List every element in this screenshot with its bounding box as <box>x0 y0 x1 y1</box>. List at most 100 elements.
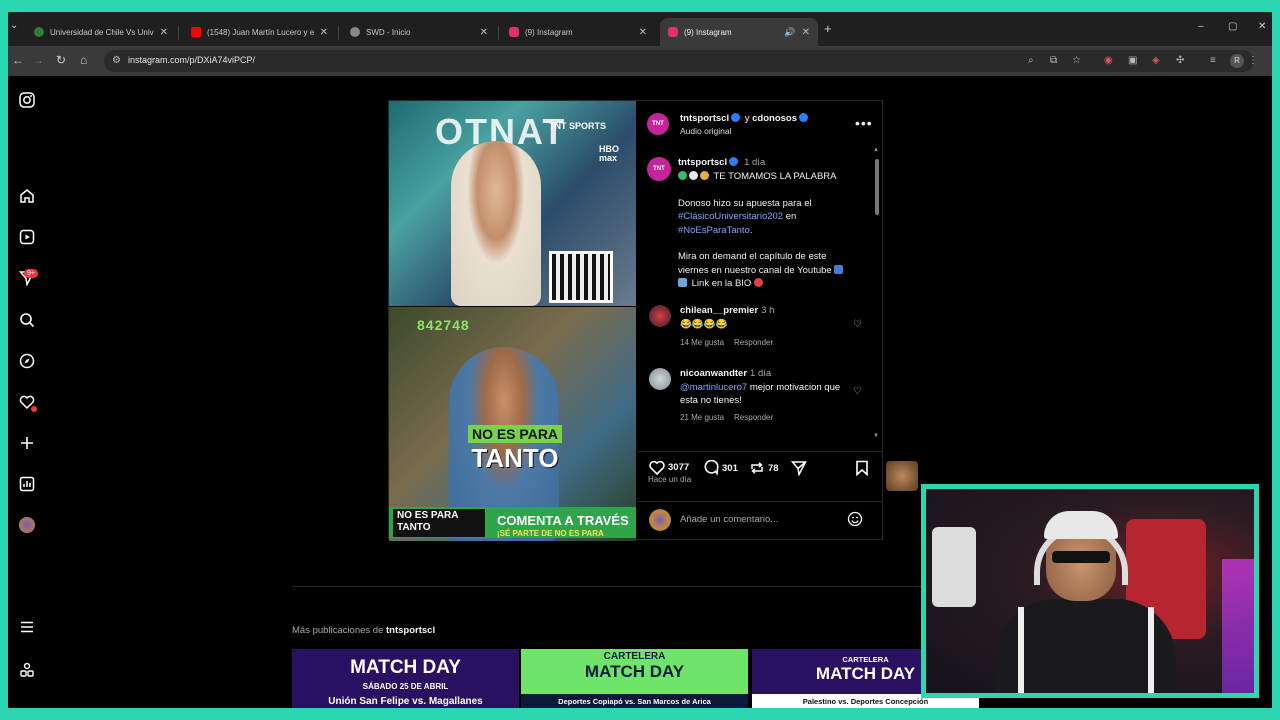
audio-label[interactable]: Audio original <box>680 126 732 136</box>
extension-icon[interactable]: ▣ <box>1128 55 1137 66</box>
maximize-button[interactable]: ▢ <box>1228 21 1237 32</box>
hashtag-link[interactable]: #NoEsParaTanto <box>678 225 750 236</box>
close-tab-icon[interactable]: ✕ <box>480 27 488 38</box>
commenter-username[interactable]: nicoanwandter <box>680 368 747 379</box>
reposts-count: 78 <box>768 462 779 474</box>
laptop-emoji-icon <box>678 278 687 288</box>
post-thumbnail[interactable]: MATCH DAY SÁBADO 25 DE ABRIL Unión San F… <box>292 649 519 708</box>
forward-icon[interactable]: → <box>32 53 44 67</box>
reply-button[interactable]: Responder <box>734 338 773 347</box>
post-time[interactable]: Hace un día <box>648 475 691 484</box>
meta-apps-icon[interactable] <box>17 660 37 680</box>
close-window-button[interactable]: ✕ <box>1258 21 1266 32</box>
lower-third-title: COMENTA A TRAVÉS <box>497 513 629 528</box>
puzzle-icon[interactable]: ✣ <box>1176 55 1184 66</box>
save-button[interactable] <box>855 460 872 476</box>
dashboard-icon[interactable] <box>17 474 37 494</box>
mention-link[interactable]: @martinlucero7 <box>680 382 747 393</box>
pin-emoji-icon <box>753 278 763 288</box>
post-authors[interactable]: tntsportscl y cdonosos <box>680 112 810 124</box>
browser-tab-bar: ⌄ Universidad de Chile Vs Univers ✕ (154… <box>8 12 1272 46</box>
tv-emoji-icon <box>834 264 844 274</box>
caption-author-avatar[interactable]: TNT <box>647 157 671 181</box>
profile-avatar[interactable]: R <box>1230 54 1244 68</box>
tab-favicon-icon <box>34 27 44 37</box>
close-tab-icon[interactable]: ✕ <box>639 27 647 38</box>
scoreboard-counter: 842748 <box>417 317 470 333</box>
comment-likes[interactable]: 21 Me gusta <box>680 413 724 422</box>
emoji-picker-icon[interactable] <box>847 511 863 532</box>
share-button[interactable] <box>791 460 810 476</box>
tab-separator <box>178 26 179 40</box>
bookmark-star-icon[interactable]: ☆ <box>1072 55 1081 66</box>
install-icon[interactable]: ⧉ <box>1050 55 1057 66</box>
thumbnail-subtitle: SÁBADO 25 DE ABRIL <box>362 682 449 691</box>
author-avatar[interactable]: TNT <box>647 113 669 135</box>
kebab-menu-icon[interactable]: ⋮ <box>1248 55 1258 66</box>
comment-meta: 14 Me gusta Responder <box>680 338 783 347</box>
comment-text: 😂😂😂😂 <box>680 319 728 330</box>
browser-tab-active[interactable]: (9) Instagram 🔊 ✕ <box>660 18 818 46</box>
more-options-icon[interactable]: ••• <box>855 115 873 131</box>
tab-search-icon[interactable]: ⌄ <box>10 20 18 31</box>
instagram-logo-icon[interactable] <box>17 90 37 110</box>
comments-scrollbar[interactable]: ▲ ▼ <box>873 147 880 441</box>
url-text[interactable]: instagram.com/p/DXiA74viPCP/ <box>128 55 255 65</box>
scroll-up-icon[interactable]: ▲ <box>873 147 879 153</box>
search-icon[interactable] <box>17 310 37 330</box>
verified-icon <box>729 156 739 166</box>
sunglasses <box>1052 551 1110 563</box>
coauthor-username[interactable]: cdonosos <box>752 113 797 124</box>
scroll-down-icon[interactable]: ▼ <box>873 433 879 439</box>
close-tab-icon[interactable]: ✕ <box>802 27 810 38</box>
close-tab-icon[interactable]: ✕ <box>320 27 328 38</box>
reply-button[interactable]: Responder <box>734 413 773 422</box>
commenter-username[interactable]: chilean__premier <box>680 305 758 316</box>
more-posts-username[interactable]: tntsportscl <box>386 625 435 636</box>
zoom-icon[interactable]: ⌕ <box>1028 55 1034 66</box>
commenter-avatar[interactable] <box>649 305 671 327</box>
hashtag-link[interactable]: #ClásicoUniversitario202 <box>678 211 783 222</box>
repost-button[interactable]: 78 <box>749 460 779 476</box>
media-control-icon[interactable]: ≡ <box>1210 55 1216 66</box>
site-info-icon[interactable]: ⚙ <box>112 55 121 66</box>
browser-tab[interactable]: Universidad de Chile Vs Univers ✕ <box>26 18 176 46</box>
speaker-icon[interactable]: 🔊 <box>784 27 795 38</box>
comments-scroll-area[interactable]: TNT tntsportscl 1 día TE TOMAMOS LA PALAB… <box>637 149 883 441</box>
extension-icon[interactable]: ◈ <box>1152 55 1160 66</box>
comment-button[interactable]: 301 <box>703 460 738 476</box>
author-username[interactable]: tntsportscl <box>680 113 729 124</box>
commenter-avatar[interactable] <box>649 368 671 390</box>
caption-username[interactable]: tntsportscl <box>678 157 727 168</box>
reels-icon[interactable] <box>17 227 37 247</box>
minimize-button[interactable]: – <box>1198 21 1204 32</box>
home-icon[interactable]: ⌂ <box>80 53 87 67</box>
screen-frame: ⌄ Universidad de Chile Vs Univers ✕ (154… <box>8 12 1272 708</box>
video-top-frame: OTNAT TNT SPORTS HBO max <box>389 101 636 306</box>
new-tab-button[interactable]: + <box>824 21 832 36</box>
post-video[interactable]: OTNAT TNT SPORTS HBO max 842748 NO ES PAR… <box>389 101 636 541</box>
browser-tab[interactable]: (1548) Juan Martín Lucero y el ✕ <box>183 18 336 46</box>
browser-tab[interactable]: (9) Instagram ✕ <box>501 18 655 46</box>
scrollbar-thumb[interactable] <box>875 159 879 215</box>
profile-avatar[interactable] <box>17 515 37 535</box>
like-button[interactable]: 3077 <box>649 460 689 475</box>
more-menu-icon[interactable] <box>17 617 37 637</box>
back-icon[interactable]: ← <box>12 53 24 67</box>
explore-icon[interactable] <box>17 351 37 371</box>
comment-text: @martinlucero7 mejor motivacion que esta… <box>680 382 841 407</box>
address-bar[interactable]: ⚙ instagram.com/p/DXiA74viPCP/ ⌕ ⧉ ☆ ◉ ▣… <box>104 50 1258 72</box>
comment-like-icon[interactable]: ♡ <box>853 386 862 397</box>
close-tab-icon[interactable]: ✕ <box>160 27 168 38</box>
create-icon[interactable] <box>17 433 37 453</box>
home-icon[interactable] <box>17 186 37 206</box>
reload-icon[interactable]: ↻ <box>56 53 66 67</box>
post-thumbnail[interactable]: CARTELERA MATCH DAY Deportes Copiapó vs.… <box>521 649 748 708</box>
post-side-panel: TNT tntsportscl y cdonosos Audio origina… <box>637 101 883 541</box>
comment-likes[interactable]: 14 Me gusta <box>680 338 724 347</box>
comment-icon <box>704 460 719 476</box>
comment-like-icon[interactable]: ♡ <box>853 319 862 330</box>
add-comment-input[interactable]: Añade un comentario... <box>680 514 778 525</box>
extension-icon[interactable]: ◉ <box>1104 55 1113 66</box>
browser-tab[interactable]: SWD - Inicio ✕ <box>342 18 496 46</box>
